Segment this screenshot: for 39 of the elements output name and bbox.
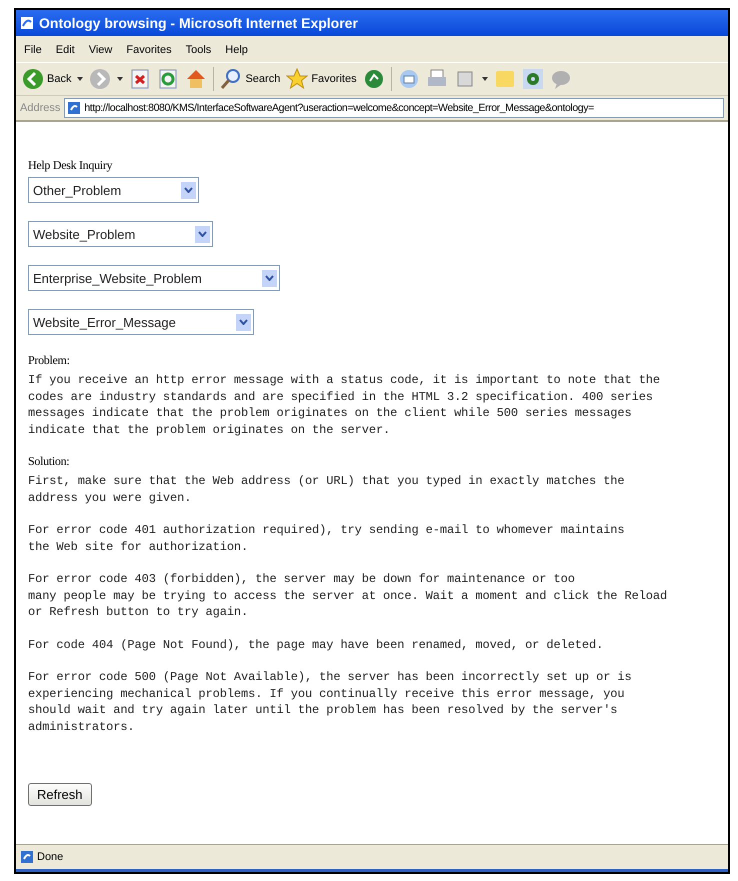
status-text: Done [37, 851, 64, 863]
caret-icon[interactable] [482, 77, 488, 81]
page-icon [67, 101, 82, 115]
address-field[interactable]: http://localhost:8080/KMS/InterfaceSoftwareAgent?useraction=welcome&concept=Website_Error_Message&ontology= [64, 98, 724, 118]
search-icon [220, 68, 242, 90]
menu-item[interactable]: Favorites [126, 44, 172, 56]
home-icon[interactable] [185, 68, 208, 90]
caret-icon[interactable] [117, 77, 124, 81]
page-icon [20, 16, 34, 30]
menu-item[interactable]: Help [225, 44, 248, 56]
menu-item[interactable]: Tools [186, 44, 212, 56]
dropdown[interactable]: Website_Problem [28, 221, 214, 247]
section-label: Problem: [28, 353, 71, 368]
address-label: Address [20, 102, 60, 114]
stop-icon[interactable] [129, 68, 152, 90]
caret-icon[interactable] [77, 77, 84, 81]
solution-paragraph: First, make sure that the Web address (or URL) that you typed in exactly matches the address you were given. [28, 473, 626, 506]
dropdown[interactable]: Other_Problem [28, 177, 200, 203]
solution-paragraph: For code 404 (Page Not Found), the page may have been renamed, moved, or deleted. [28, 636, 604, 653]
favorites-button[interactable]: Favorites [286, 68, 357, 90]
menu-item[interactable]: Edit [56, 44, 75, 56]
section-label: Solution: [28, 454, 70, 469]
dropdown[interactable]: Website_Error_Message [28, 309, 254, 335]
problem-text: If you receive an http error message with a status code, it is important to note that the codes are industry standards and are specified in the HTML 3.2 specification. 400 series messages indicate that the problem originates on the client while 500 series messages indicate that the problem originates on the server. [28, 372, 662, 438]
mail-icon[interactable] [398, 68, 420, 90]
window-title: Ontology browsing - Microsoft Internet Explorer [39, 15, 358, 31]
star-icon [286, 68, 308, 90]
page-icon [20, 850, 34, 864]
solution-paragraph: For error code 403 (forbidden), the server may be down for maintenance or too many people may be trying to access the server at once. Wait a moment and click the Reload or Refresh button to try again. [28, 571, 668, 620]
menu-item[interactable]: View [88, 44, 112, 56]
solution-paragraph: For error code 500 (Page Not Available), the server has been incorrectly set up or is experiencing mechanical problems. If you continually receive this error message, you should wait and try again later until the problem has been resolved by the server's administrators. [28, 669, 633, 735]
refresh-button[interactable]: Refresh [28, 783, 92, 806]
dropdown[interactable]: Enterprise_Website_Problem [28, 265, 280, 291]
menu-item[interactable]: File [24, 44, 42, 56]
search-button[interactable]: Search [220, 68, 280, 90]
refresh-icon[interactable] [157, 68, 180, 90]
form-heading: Help Desk Inquiry [28, 158, 114, 173]
back-button[interactable]: Back [22, 68, 72, 90]
solution-paragraph: For error code 401 authorization required), try sending e-mail to whomever maintains the Web site for authorization. [28, 522, 626, 555]
